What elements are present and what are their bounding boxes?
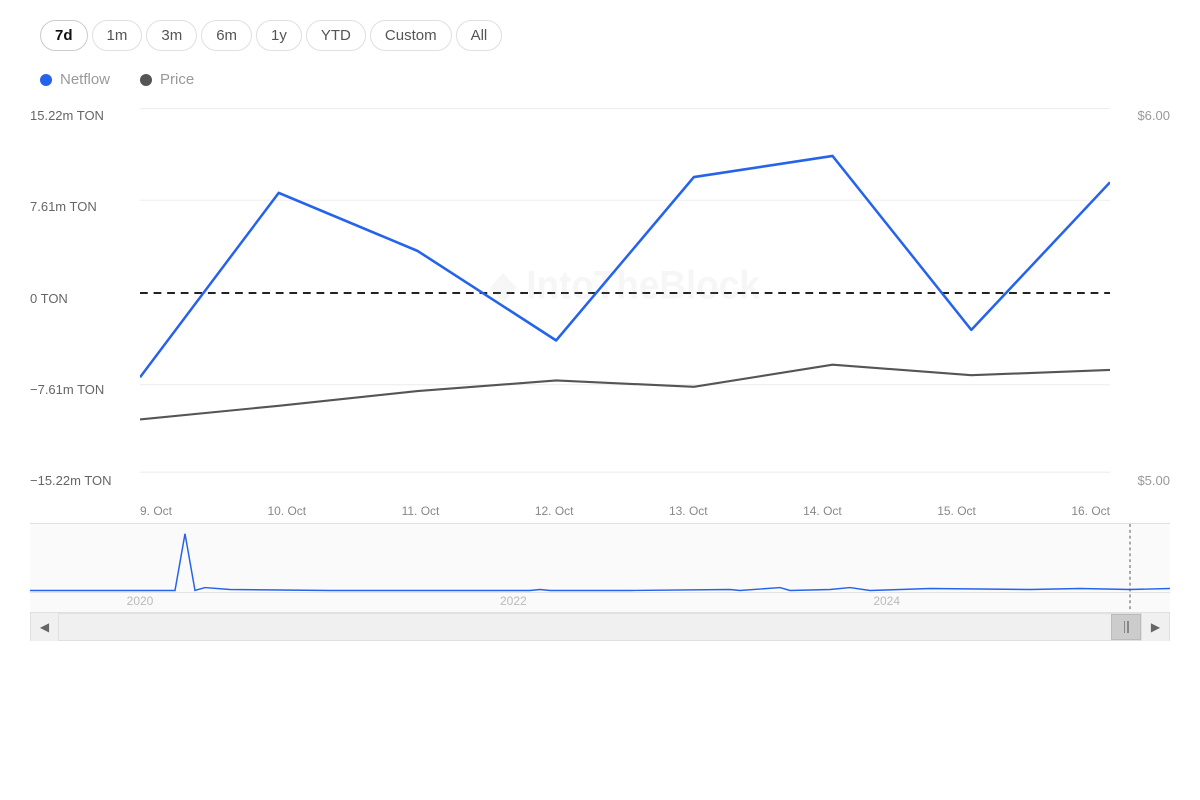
time-range-selector: 7d 1m 3m 6m 1y YTD Custom All — [40, 20, 1170, 51]
x-label-15oct: 15. Oct — [937, 504, 976, 518]
mini-chart-area: 2020 2022 2024 — [30, 523, 1170, 613]
x-axis: 9. Oct 10. Oct 11. Oct 12. Oct 13. Oct 1… — [140, 504, 1110, 518]
btn-custom[interactable]: Custom — [370, 20, 452, 51]
main-container: 7d 1m 3m 6m 1y YTD Custom All Netflow Pr… — [0, 0, 1200, 800]
y-label-lower: −7.61m TON — [30, 382, 140, 397]
y-axis-right: $6.00 $5.00 — [1115, 98, 1170, 518]
mini-chart-svg — [30, 524, 1170, 612]
btn-1y[interactable]: 1y — [256, 20, 302, 51]
y-label-upper: 7.61m TON — [30, 199, 140, 214]
svg-text:⬥ IntoTheBlock: ⬥ IntoTheBlock — [489, 263, 760, 308]
x-label-9oct: 9. Oct — [140, 504, 172, 518]
x-label-13oct: 13. Oct — [669, 504, 708, 518]
scroll-track[interactable] — [59, 614, 1141, 640]
scroll-right-button[interactable]: ▶ — [1141, 613, 1169, 641]
legend-netflow: Netflow — [40, 71, 110, 88]
y-right-top: $6.00 — [1115, 108, 1170, 123]
y-label-top: 15.22m TON — [30, 108, 140, 123]
netflow-label: Netflow — [60, 71, 110, 88]
chart-svg-container: ⬥ IntoTheBlock — [140, 98, 1110, 488]
chart-legend: Netflow Price — [40, 71, 1170, 88]
price-label: Price — [160, 71, 194, 88]
legend-price: Price — [140, 71, 194, 88]
scroll-thumb[interactable] — [1111, 614, 1141, 640]
y-label-bottom: −15.22m TON — [30, 473, 140, 488]
btn-3m[interactable]: 3m — [146, 20, 197, 51]
y-label-zero: 0 TON — [30, 291, 140, 306]
btn-1m[interactable]: 1m — [92, 20, 143, 51]
price-dot — [140, 74, 152, 86]
x-label-16oct: 16. Oct — [1071, 504, 1110, 518]
btn-6m[interactable]: 6m — [201, 20, 252, 51]
x-label-12oct: 12. Oct — [535, 504, 574, 518]
grip-line-2 — [1127, 621, 1129, 633]
btn-all[interactable]: All — [456, 20, 503, 51]
grip-line-1 — [1124, 621, 1126, 633]
scrollbar[interactable]: ◀ ▶ — [30, 613, 1170, 641]
btn-7d[interactable]: 7d — [40, 20, 88, 51]
x-label-10oct: 10. Oct — [267, 504, 306, 518]
scroll-left-button[interactable]: ◀ — [31, 613, 59, 641]
x-label-11oct: 11. Oct — [402, 504, 440, 518]
y-axis-left: 15.22m TON 7.61m TON 0 TON −7.61m TON −1… — [30, 98, 140, 518]
main-chart-area: 15.22m TON 7.61m TON 0 TON −7.61m TON −1… — [30, 98, 1170, 518]
y-right-bottom: $5.00 — [1115, 473, 1170, 488]
chart-svg: ⬥ IntoTheBlock — [140, 98, 1110, 488]
price-line — [140, 365, 1110, 420]
x-label-14oct: 14. Oct — [803, 504, 842, 518]
scroll-thumb-grip — [1124, 621, 1129, 633]
netflow-dot — [40, 74, 52, 86]
btn-ytd[interactable]: YTD — [306, 20, 366, 51]
